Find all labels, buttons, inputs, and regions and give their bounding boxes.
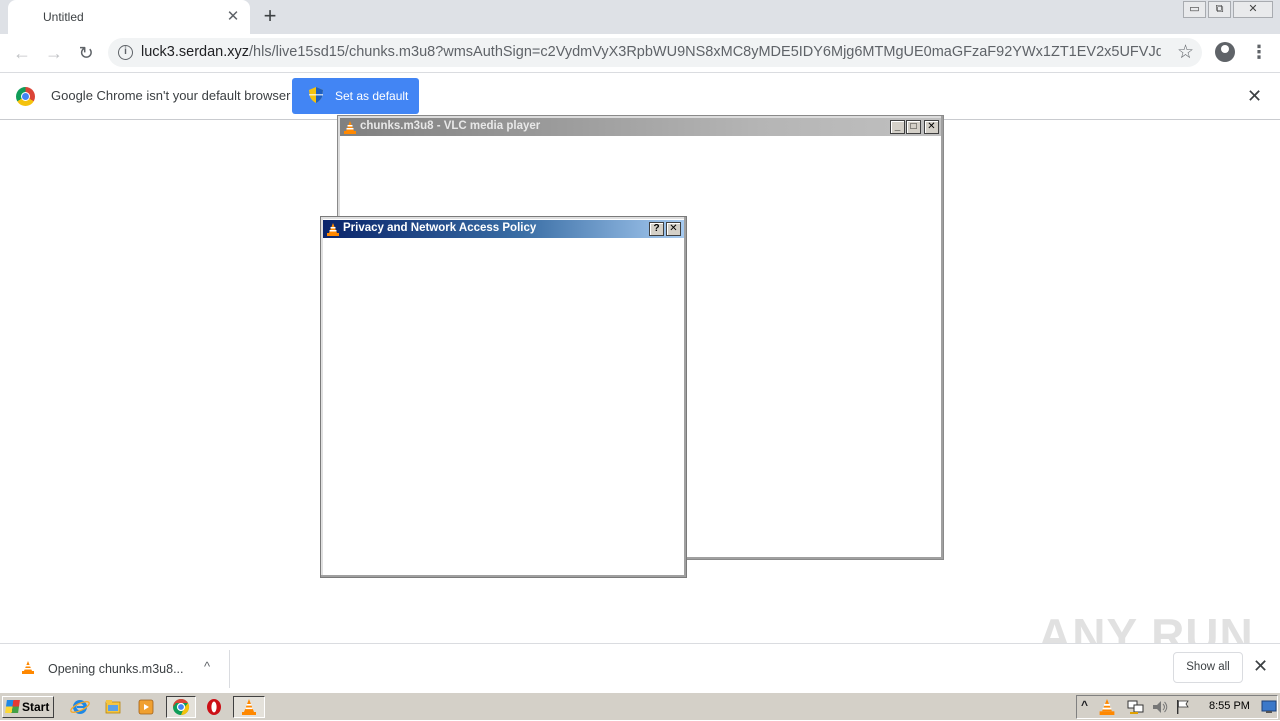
taskbar: Start ^ 8:55 PM (0, 692, 1280, 720)
url-path: /hls/live15sd15/chunks.m3u8?wmsAuthSign=… (249, 44, 1161, 60)
privacy-dialog-close-button[interactable]: ✕ (666, 222, 681, 236)
tab-title: Untitled (43, 10, 84, 24)
file-explorer-icon[interactable] (101, 696, 125, 718)
vlc-tray-icon[interactable] (1099, 699, 1115, 715)
network-icon[interactable] (1127, 699, 1145, 715)
vlc-file-icon (22, 661, 34, 674)
chrome-icon[interactable] (166, 696, 196, 718)
show-desktop-icon[interactable] (1261, 700, 1277, 714)
set-as-default-label: Set as default (335, 89, 409, 103)
show-all-button[interactable]: Show all (1173, 652, 1243, 683)
help-button[interactable]: ? (649, 222, 664, 236)
windows-logo-icon (5, 700, 20, 713)
new-tab-button[interactable]: + (258, 5, 282, 29)
chrome-logo-icon (16, 87, 35, 106)
account-icon[interactable] (1215, 42, 1235, 62)
uac-shield-icon (309, 87, 323, 103)
vlc-maximize-button[interactable]: □ (906, 120, 921, 134)
system-tray: ^ 8:55 PM (1076, 695, 1278, 719)
vlc-titlebar[interactable]: chunks.m3u8 - VLC media player _ □ ✕ (340, 118, 941, 136)
vlc-icon[interactable] (233, 696, 265, 718)
volume-icon[interactable] (1151, 699, 1169, 715)
infobar-message: Google Chrome isn't your default browser (51, 88, 291, 103)
privacy-dialog-title: Privacy and Network Access Policy (343, 222, 537, 234)
download-shelf: Opening chunks.m3u8... ^ Show all ✕ (0, 643, 1280, 692)
infobar-close-icon[interactable]: ✕ (1247, 86, 1262, 107)
action-center-flag-icon[interactable] (1175, 699, 1191, 715)
start-button[interactable]: Start (2, 696, 54, 718)
clock[interactable]: 8:55 PM (1209, 700, 1250, 712)
show-hidden-icons-icon[interactable]: ^ (1081, 698, 1088, 712)
tab-close-icon[interactable]: ✕ (224, 8, 242, 26)
privacy-policy-dialog[interactable]: Privacy and Network Access Policy ? ✕ (320, 216, 687, 578)
vlc-minimize-button[interactable]: _ (890, 120, 905, 134)
chevron-up-icon[interactable]: ^ (198, 657, 216, 677)
url-text[interactable]: luck3.serdan.xyz/hls/live15sd15/chunks.m… (141, 44, 1161, 60)
browser-toolbar: ← → ↻ i luck3.serdan.xyz/hls/live15sd15/… (0, 34, 1280, 72)
default-browser-infobar: Google Chrome isn't your default browser… (0, 72, 1280, 120)
tab-untitled[interactable]: Untitled ✕ (8, 0, 250, 34)
set-as-default-button[interactable]: Set as default (292, 78, 419, 114)
start-label: Start (22, 700, 50, 714)
shelf-close-icon[interactable]: ✕ (1253, 656, 1268, 677)
vlc-cone-icon (327, 223, 339, 236)
opera-icon[interactable] (202, 696, 226, 718)
download-item[interactable]: Opening chunks.m3u8... ^ (8, 650, 230, 688)
back-button[interactable]: ← (9, 40, 35, 66)
vlc-cone-icon (344, 121, 356, 134)
url-host: luck3.serdan.xyz (141, 44, 249, 60)
chrome-menu-icon[interactable]: ⋮ (1250, 40, 1268, 66)
restore-window-button[interactable]: ⧉ (1208, 1, 1231, 18)
vlc-close-button[interactable]: ✕ (924, 120, 939, 134)
vlc-window-title: chunks.m3u8 - VLC media player (360, 120, 541, 132)
address-bar[interactable]: i luck3.serdan.xyz/hls/live15sd15/chunks… (108, 38, 1202, 67)
reload-button[interactable]: ↻ (73, 40, 99, 66)
minimize-window-button[interactable]: ▭ (1183, 1, 1206, 18)
forward-button[interactable]: → (41, 40, 67, 66)
bookmark-star-icon[interactable]: ☆ (1177, 41, 1194, 64)
site-info-icon[interactable]: i (118, 45, 133, 60)
download-item-label: Opening chunks.m3u8... (48, 662, 184, 676)
tab-strip: Untitled ✕ + ▭ ⧉ ✕ (0, 0, 1280, 34)
close-window-button[interactable]: ✕ (1233, 1, 1273, 18)
privacy-dialog-titlebar[interactable]: Privacy and Network Access Policy ? ✕ (323, 220, 684, 238)
internet-explorer-icon[interactable] (68, 696, 92, 718)
media-player-icon[interactable] (134, 696, 158, 718)
